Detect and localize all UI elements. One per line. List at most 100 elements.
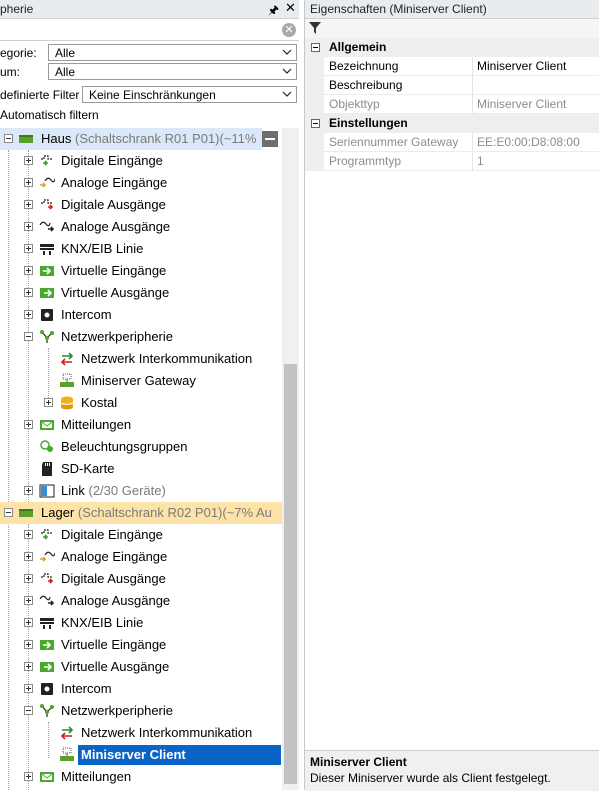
tree-node[interactable]: Link (2/30 Geräte) bbox=[0, 480, 282, 502]
tree-node[interactable]: Digitale Ausgänge bbox=[0, 194, 282, 216]
category-filter-row: egorie: Alle bbox=[0, 44, 299, 62]
category-name: Allgemein bbox=[329, 40, 387, 54]
property-name-text: Beschreibung bbox=[329, 78, 403, 92]
tree-node[interactable]: Analoge Eingänge bbox=[0, 172, 282, 194]
expand-toggle[interactable] bbox=[24, 200, 33, 209]
tree-node[interactable]: Digitale Ausgänge bbox=[0, 568, 282, 590]
property-row[interactable]: Programmtyp 1 bbox=[305, 152, 599, 171]
category-settings[interactable]: Einstellungen bbox=[305, 114, 599, 133]
property-value-text: Miniserver Client bbox=[477, 97, 567, 111]
category-filter-dropdown[interactable]: Alle bbox=[48, 44, 297, 61]
link-name: Link bbox=[61, 483, 85, 498]
property-row[interactable]: Beschreibung bbox=[305, 76, 599, 95]
tree-node[interactable]: Miniserver Gateway bbox=[0, 370, 282, 392]
expand-toggle[interactable] bbox=[24, 662, 33, 671]
tree-node[interactable]: Digitale Eingänge bbox=[0, 150, 282, 172]
row-gutter bbox=[305, 76, 324, 95]
tree-node[interactable]: Digitale Eingänge bbox=[0, 524, 282, 546]
expand-toggle[interactable] bbox=[24, 178, 33, 187]
tree-node-selected[interactable]: Miniserver Client bbox=[0, 744, 282, 766]
link-detail: (2/30 Geräte) bbox=[88, 483, 166, 498]
filter-icon[interactable] bbox=[308, 21, 322, 35]
property-row[interactable]: Objekttyp Miniserver Client bbox=[305, 95, 599, 114]
expand-toggle[interactable] bbox=[24, 310, 33, 319]
row-gutter bbox=[305, 95, 324, 114]
tree-node-label: Virtuelle Eingänge bbox=[61, 263, 167, 278]
expand-toggle[interactable] bbox=[24, 596, 33, 605]
room-filter-dropdown[interactable]: Alle bbox=[48, 63, 297, 80]
close-icon[interactable]: ✕ bbox=[285, 0, 296, 16]
tree-node[interactable]: Netzwerk Interkommunikation bbox=[0, 722, 282, 744]
property-value[interactable] bbox=[473, 76, 599, 95]
miniserver-icon bbox=[19, 135, 33, 143]
tree-node[interactable]: Mitteilungen bbox=[0, 414, 282, 436]
room-filter-row: um: Alle bbox=[0, 63, 299, 81]
predefined-filter-dropdown[interactable]: Keine Einschränkungen bbox=[82, 86, 297, 103]
tree-node[interactable]: Analoge Ausgänge bbox=[0, 216, 282, 238]
tree-node[interactable]: KNX/EIB Linie bbox=[0, 612, 282, 634]
room-filter-label: um: bbox=[0, 65, 21, 79]
property-value[interactable]: Miniserver Client bbox=[473, 57, 599, 76]
tree-node-label: Analoge Eingänge bbox=[61, 175, 168, 190]
expand-toggle[interactable] bbox=[24, 486, 33, 495]
virtual-output-icon bbox=[40, 288, 54, 298]
collapse-toggle[interactable] bbox=[4, 508, 13, 517]
tree-node[interactable]: Analoge Eingänge bbox=[0, 546, 282, 568]
auto-filter-checkbox-label[interactable]: Automatisch filtern bbox=[0, 108, 99, 122]
expand-toggle[interactable] bbox=[24, 574, 33, 583]
expand-toggle[interactable] bbox=[24, 266, 33, 275]
tree-scrollbar[interactable] bbox=[282, 128, 299, 790]
tree-node[interactable]: Virtuelle Eingänge bbox=[0, 634, 282, 656]
expand-toggle[interactable] bbox=[24, 684, 33, 693]
pin-icon[interactable]: 🖈 bbox=[268, 1, 279, 22]
periphery-titlebar: pherie 🖈 ✕ bbox=[0, 0, 299, 19]
tree-node[interactable]: SD-Karte bbox=[0, 458, 282, 480]
collapse-toggle[interactable] bbox=[311, 43, 320, 52]
expand-toggle[interactable] bbox=[24, 222, 33, 231]
tree-node-label: Intercom bbox=[61, 681, 112, 696]
tree-node[interactable]: Analoge Ausgänge bbox=[0, 590, 282, 612]
tree-node[interactable]: Netzwerkperipherie bbox=[0, 326, 282, 348]
collapse-toggle[interactable] bbox=[4, 134, 13, 143]
expand-toggle[interactable] bbox=[24, 244, 33, 253]
tree-node[interactable]: KNX/EIB Linie bbox=[0, 238, 282, 260]
miniserver-icon bbox=[60, 373, 74, 387]
tree-node[interactable]: Mitteilungen bbox=[0, 766, 282, 788]
tree-node-label: Intercom bbox=[61, 307, 112, 322]
category-general[interactable]: Allgemein bbox=[305, 38, 599, 57]
expand-toggle[interactable] bbox=[44, 398, 53, 407]
tree-node[interactable]: Virtuelle Ausgänge bbox=[0, 656, 282, 678]
category-filter-value: Alle bbox=[55, 46, 76, 60]
tree-node[interactable]: Intercom bbox=[0, 678, 282, 700]
expand-toggle[interactable] bbox=[24, 156, 33, 165]
expand-toggle[interactable] bbox=[24, 640, 33, 649]
tree-node-label: KNX/EIB Linie bbox=[61, 615, 144, 630]
tree-node-lager[interactable]: Lager (Schaltschrank R02 P01)(~7% Au bbox=[0, 502, 282, 524]
row-gutter bbox=[305, 57, 324, 76]
tree-node[interactable]: Virtuelle Eingänge bbox=[0, 260, 282, 282]
clear-search-icon[interactable]: ✕ bbox=[282, 23, 296, 37]
expand-toggle[interactable] bbox=[24, 288, 33, 297]
property-row[interactable]: Seriennummer Gateway EE:E0:00:D8:08:00 bbox=[305, 133, 599, 152]
tree-node[interactable]: Beleuchtungsgruppen bbox=[0, 436, 282, 458]
minimize-icon[interactable] bbox=[262, 131, 278, 147]
tree-node[interactable]: Netzwerkperipherie bbox=[0, 700, 282, 722]
tree-node-haus[interactable]: Haus (Schaltschrank R01 P01)(~11% bbox=[0, 128, 262, 150]
expand-toggle[interactable] bbox=[24, 530, 33, 539]
tree-node[interactable]: Virtuelle Ausgänge bbox=[0, 282, 282, 304]
tree-node[interactable]: Kostal bbox=[0, 392, 282, 414]
expand-toggle[interactable] bbox=[24, 618, 33, 627]
predefined-filter-value: Keine Einschränkungen bbox=[89, 88, 216, 102]
collapse-toggle[interactable] bbox=[24, 706, 33, 715]
expand-toggle[interactable] bbox=[24, 420, 33, 429]
property-row[interactable]: Bezeichnung Miniserver Client bbox=[305, 57, 599, 76]
expand-toggle[interactable] bbox=[24, 552, 33, 561]
scrollbar-thumb[interactable] bbox=[284, 364, 297, 784]
sd-card-icon bbox=[42, 462, 52, 476]
collapse-toggle[interactable] bbox=[24, 332, 33, 341]
tree-node[interactable]: Intercom bbox=[0, 304, 282, 326]
expand-toggle[interactable] bbox=[24, 772, 33, 781]
tree-node[interactable]: Netzwerk Interkommunikation bbox=[0, 348, 282, 370]
search-input[interactable]: ✕ bbox=[0, 20, 299, 41]
collapse-toggle[interactable] bbox=[311, 119, 320, 128]
